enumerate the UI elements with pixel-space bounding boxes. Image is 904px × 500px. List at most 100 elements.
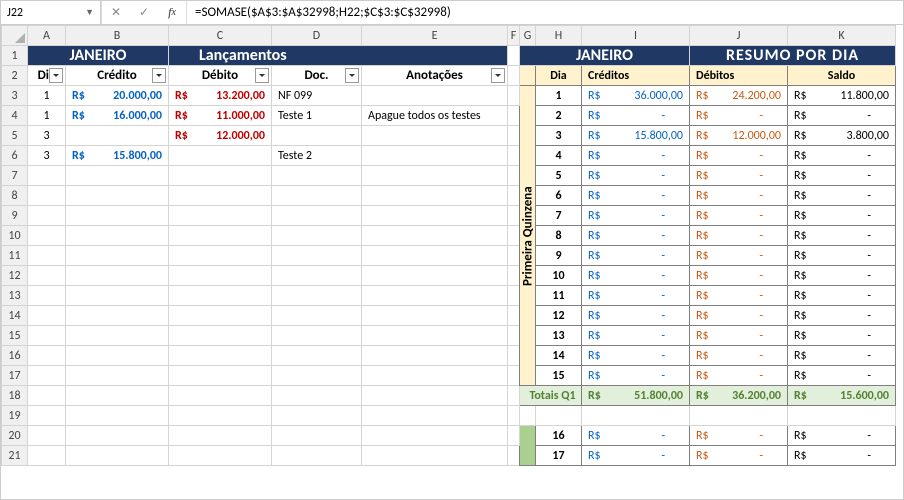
header-dia[interactable]: Dia bbox=[28, 66, 66, 86]
cell[interactable] bbox=[508, 266, 520, 286]
cell[interactable] bbox=[362, 426, 508, 446]
row-header[interactable]: 3 bbox=[2, 86, 28, 106]
cell[interactable] bbox=[28, 306, 66, 326]
col-header[interactable]: C bbox=[169, 26, 272, 46]
summary-dia[interactable]: 4 bbox=[536, 146, 582, 166]
cell[interactable] bbox=[66, 246, 169, 266]
cell[interactable] bbox=[28, 226, 66, 246]
summary-debit[interactable]: R$12.000,00 bbox=[690, 126, 788, 146]
summary-credit[interactable]: R$- bbox=[582, 226, 690, 246]
cell[interactable] bbox=[169, 226, 272, 246]
col-header[interactable]: I bbox=[582, 26, 690, 46]
summary-debit[interactable]: R$- bbox=[690, 366, 788, 386]
left-anot[interactable] bbox=[362, 86, 508, 106]
totals-q1-saldo[interactable]: R$15.600,00 bbox=[788, 386, 896, 406]
row-header[interactable]: 1 bbox=[2, 46, 28, 66]
cell[interactable] bbox=[508, 66, 520, 86]
left-debito[interactable] bbox=[169, 146, 272, 166]
summary-credit[interactable]: R$- bbox=[582, 306, 690, 326]
summary-credit[interactable]: R$- bbox=[582, 426, 690, 446]
cell[interactable] bbox=[508, 326, 520, 346]
filter-dropdown-icon[interactable] bbox=[255, 68, 269, 83]
cell[interactable] bbox=[66, 226, 169, 246]
cell[interactable] bbox=[362, 166, 508, 186]
left-credito[interactable] bbox=[66, 126, 169, 146]
header-anotacoes[interactable]: Anotações bbox=[362, 66, 508, 86]
summary-dia[interactable]: 8 bbox=[536, 226, 582, 246]
enter-icon[interactable]: ✓ bbox=[130, 1, 158, 24]
row-header[interactable]: 2 bbox=[2, 66, 28, 86]
left-dia[interactable]: 1 bbox=[28, 86, 66, 106]
header-doc[interactable]: Doc. bbox=[272, 66, 362, 86]
cell[interactable] bbox=[508, 426, 520, 446]
left-dia[interactable]: 3 bbox=[28, 126, 66, 146]
row-header[interactable]: 13 bbox=[2, 286, 28, 306]
summary-debit[interactable]: R$- bbox=[690, 166, 788, 186]
summary-saldo[interactable]: R$- bbox=[788, 366, 896, 386]
left-doc[interactable]: Teste 2 bbox=[272, 146, 362, 166]
left-debito[interactable]: R$13.200,00 bbox=[169, 86, 272, 106]
cell[interactable] bbox=[788, 406, 896, 426]
totals-q1-debit[interactable]: R$36.200,00 bbox=[690, 386, 788, 406]
totals-q1-credit[interactable]: R$51.800,00 bbox=[582, 386, 690, 406]
cell[interactable] bbox=[362, 446, 508, 466]
cell[interactable] bbox=[169, 366, 272, 386]
col-header[interactable]: H bbox=[536, 26, 582, 46]
summary-credit[interactable]: R$- bbox=[582, 286, 690, 306]
summary-dia[interactable]: 3 bbox=[536, 126, 582, 146]
summary-saldo[interactable]: R$- bbox=[788, 426, 896, 446]
left-doc[interactable]: Teste 1 bbox=[272, 106, 362, 126]
cell[interactable] bbox=[508, 106, 520, 126]
cell[interactable] bbox=[508, 446, 520, 466]
col-header[interactable]: B bbox=[66, 26, 169, 46]
summary-credit[interactable]: R$- bbox=[582, 346, 690, 366]
summary-credit[interactable]: R$- bbox=[582, 166, 690, 186]
summary-saldo[interactable]: R$- bbox=[788, 446, 896, 466]
cell[interactable] bbox=[508, 46, 520, 66]
cell[interactable] bbox=[66, 186, 169, 206]
summary-dia[interactable]: 12 bbox=[536, 306, 582, 326]
cell[interactable] bbox=[508, 406, 520, 426]
cell[interactable] bbox=[272, 266, 362, 286]
summary-saldo[interactable]: R$- bbox=[788, 326, 896, 346]
row-header[interactable]: 21 bbox=[2, 446, 28, 466]
cell[interactable] bbox=[66, 206, 169, 226]
left-credito[interactable]: R$15.800,00 bbox=[66, 146, 169, 166]
cell[interactable] bbox=[66, 346, 169, 366]
cell[interactable] bbox=[272, 406, 362, 426]
left-anot[interactable] bbox=[362, 126, 508, 146]
summary-credit[interactable]: R$- bbox=[582, 326, 690, 346]
summary-saldo[interactable]: R$11.800,00 bbox=[788, 86, 896, 106]
summary-debit[interactable]: R$- bbox=[690, 106, 788, 126]
summary-dia[interactable]: 15 bbox=[536, 366, 582, 386]
summary-dia[interactable]: 7 bbox=[536, 206, 582, 226]
summary-saldo[interactable]: R$3.800,00 bbox=[788, 126, 896, 146]
row-header[interactable]: 16 bbox=[2, 346, 28, 366]
summary-saldo[interactable]: R$- bbox=[788, 186, 896, 206]
cell[interactable] bbox=[28, 326, 66, 346]
summary-debit[interactable]: R$- bbox=[690, 146, 788, 166]
cell[interactable] bbox=[66, 426, 169, 446]
cell[interactable] bbox=[362, 406, 508, 426]
summary-dia[interactable]: 9 bbox=[536, 246, 582, 266]
summary-dia[interactable]: 5 bbox=[536, 166, 582, 186]
cell[interactable] bbox=[66, 326, 169, 346]
cell[interactable] bbox=[28, 366, 66, 386]
row-header[interactable]: 17 bbox=[2, 366, 28, 386]
cell[interactable] bbox=[508, 166, 520, 186]
cell[interactable] bbox=[28, 386, 66, 406]
header-credito[interactable]: Crédito bbox=[66, 66, 169, 86]
summary-debit[interactable]: R$- bbox=[690, 326, 788, 346]
cell[interactable] bbox=[272, 346, 362, 366]
cell[interactable] bbox=[169, 406, 272, 426]
row-header[interactable]: 18 bbox=[2, 386, 28, 406]
name-box-dropdown-icon[interactable]: ▼ bbox=[85, 7, 94, 18]
cell[interactable] bbox=[362, 226, 508, 246]
filter-dropdown-icon[interactable] bbox=[49, 68, 63, 83]
summary-saldo[interactable]: R$- bbox=[788, 246, 896, 266]
select-all-button[interactable] bbox=[2, 26, 28, 46]
right-title-month[interactable]: JANEIRO bbox=[520, 46, 690, 66]
summary-header-saldo[interactable]: Saldo bbox=[788, 66, 896, 86]
summary-dia[interactable]: 16 bbox=[536, 426, 582, 446]
left-dia[interactable]: 3 bbox=[28, 146, 66, 166]
